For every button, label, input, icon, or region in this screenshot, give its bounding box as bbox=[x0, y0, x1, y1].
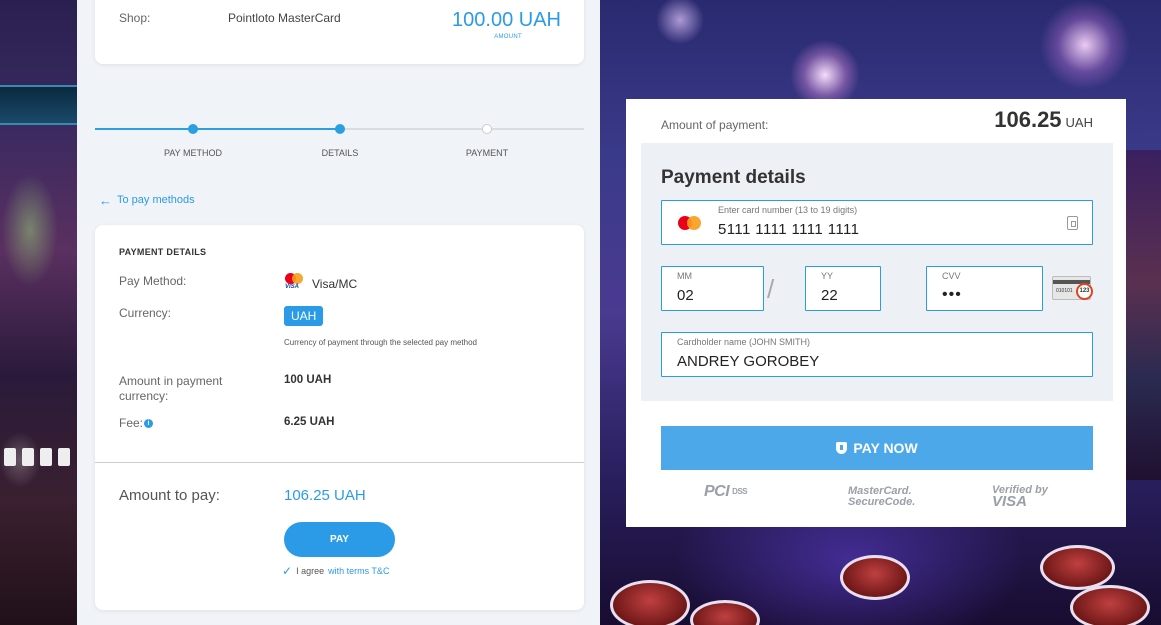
step-label-details: DETAILS bbox=[321, 148, 359, 158]
card-scan-icon[interactable] bbox=[1067, 216, 1078, 230]
checkout-stepper: PAY METHOD DETAILS PAYMENT bbox=[95, 118, 584, 168]
fee-label-row: Fee: i bbox=[119, 416, 154, 431]
amount-to-pay-label: Amount to pay: bbox=[119, 487, 220, 504]
shop-amount: 100.00 UAH bbox=[452, 9, 561, 31]
order-summary-panel: Shop: Pointloto MasterCard 100.00 UAH AM… bbox=[77, 0, 600, 625]
stepper-progress-line bbox=[95, 128, 340, 130]
currency-label: Currency: bbox=[119, 306, 172, 320]
cvv-field[interactable]: CVV ••• bbox=[926, 266, 1043, 311]
dss-text: DSS bbox=[732, 487, 748, 497]
pay-method-label: Pay Method: bbox=[119, 274, 187, 288]
pay-button[interactable]: PAY bbox=[284, 522, 395, 557]
amount-of-payment-label: Amount of payment: bbox=[661, 118, 769, 132]
decor-cup bbox=[840, 555, 910, 600]
back-link-label: To pay methods bbox=[117, 194, 195, 206]
stepper-remaining-line bbox=[340, 128, 584, 130]
step-dot-details bbox=[335, 124, 345, 134]
step-label-payment: PAYMENT bbox=[465, 148, 509, 158]
shop-name: Pointloto MasterCard bbox=[228, 11, 341, 25]
decor-cup bbox=[690, 600, 760, 625]
cvv-value[interactable]: ••• bbox=[942, 286, 962, 304]
slot-machine-decor bbox=[0, 85, 77, 125]
slot-lights-decor bbox=[4, 448, 74, 472]
cvv-caption: CVV bbox=[942, 271, 961, 281]
pay-method-value: Visa/MC bbox=[312, 277, 358, 291]
card-number-caption: Enter card number (13 to 19 digits) bbox=[718, 205, 858, 215]
date-separator: / bbox=[767, 274, 775, 304]
terms-link[interactable]: with terms T&C bbox=[328, 566, 389, 576]
mastercard-securecode-badge: MasterCard. SecureCode. bbox=[848, 486, 918, 508]
divider bbox=[95, 462, 584, 463]
currency-badge: UAH bbox=[284, 306, 324, 326]
step-label-pay-method[interactable]: PAY METHOD bbox=[164, 148, 222, 158]
shield-icon bbox=[836, 442, 848, 454]
mastercard-icon bbox=[678, 215, 702, 231]
payment-details-heading: Payment details bbox=[661, 167, 806, 188]
payment-details-box: Payment details Enter card number (13 to… bbox=[641, 143, 1113, 401]
cvv-icon-code: 123 bbox=[1076, 283, 1093, 300]
expiry-year-field[interactable]: YY 22 bbox=[805, 266, 881, 311]
currency-hint: Currency of payment through the selected… bbox=[284, 338, 477, 347]
pay-now-button[interactable]: PAY NOW bbox=[661, 426, 1093, 470]
mc-line2: SecureCode. bbox=[848, 496, 916, 508]
decor-cup bbox=[1040, 545, 1115, 590]
mastercard-visa-icon: VISA bbox=[284, 272, 306, 292]
step-dot-payment bbox=[482, 124, 492, 134]
cardholder-name-value[interactable]: ANDREY GOROBEY bbox=[677, 353, 819, 370]
decor-cup bbox=[610, 580, 690, 625]
info-icon[interactable]: i bbox=[144, 419, 154, 429]
pci-dss-badge: PCI DSS bbox=[704, 483, 748, 501]
expiry-year-caption: YY bbox=[821, 271, 834, 281]
payment-details-title: PAYMENT DETAILS bbox=[119, 247, 207, 257]
terms-agreement[interactable]: ✓ I agree with terms T&C bbox=[282, 565, 389, 577]
amount-in-currency-label: Amount in payment currency: bbox=[119, 374, 223, 403]
pci-text: PCI bbox=[704, 483, 730, 500]
expiry-year-value[interactable]: 22 bbox=[821, 287, 838, 304]
expiry-month-caption: MM bbox=[677, 271, 692, 281]
cvv-card-icon: 010101 123 bbox=[1052, 276, 1093, 300]
arrow-left-icon: ← bbox=[99, 192, 112, 208]
amount-number: 106.25 bbox=[994, 107, 1062, 132]
verified-by-visa-badge: Verified by VISA bbox=[992, 484, 1062, 509]
card-number-field[interactable]: Enter card number (13 to 19 digits) 5111… bbox=[661, 200, 1093, 245]
back-to-pay-methods-link[interactable]: ← To pay methods bbox=[99, 192, 195, 208]
card-number-value[interactable]: 5111 1111 1111 1111 bbox=[718, 221, 859, 238]
cvv-icon-digits: 010101 bbox=[1056, 288, 1073, 294]
payment-details-card: PAYMENT DETAILS Pay Method: VISA Visa/MC… bbox=[95, 225, 584, 610]
expiry-month-field[interactable]: MM 02 bbox=[661, 266, 764, 311]
visa-line2: VISA bbox=[992, 493, 1028, 510]
fee-value: 6.25 UAH bbox=[284, 416, 335, 428]
pay-now-label: PAY NOW bbox=[853, 440, 918, 456]
visa-icon-text: VISA bbox=[285, 284, 300, 290]
amount-in-currency-value: 100 UAH bbox=[284, 374, 332, 386]
slot-machine-decor-right bbox=[1125, 150, 1161, 480]
cardholder-name-field[interactable]: Cardholder name (JOHN SMITH) ANDREY GORO… bbox=[661, 332, 1093, 377]
cardholder-name-caption: Cardholder name (JOHN SMITH) bbox=[677, 337, 811, 347]
check-icon[interactable]: ✓ bbox=[282, 565, 292, 577]
expiry-month-value[interactable]: 02 bbox=[677, 287, 694, 304]
shop-card: Shop: Pointloto MasterCard 100.00 UAH AM… bbox=[95, 0, 584, 64]
card-payment-form: Amount of payment: 106.25 UAH Payment det… bbox=[626, 99, 1126, 527]
amount-of-payment-value: 106.25 UAH bbox=[994, 107, 1093, 133]
shop-label: Shop: bbox=[119, 11, 151, 25]
shop-amount-caption: AMOUNT bbox=[494, 34, 522, 40]
decor-cup bbox=[1070, 585, 1150, 625]
step-dot-pay-method bbox=[188, 124, 198, 134]
agree-text: I agree bbox=[296, 566, 325, 576]
amount-currency: UAH bbox=[1065, 115, 1093, 130]
background-left-casino bbox=[0, 0, 77, 625]
amount-to-pay-value: 106.25 UAH bbox=[284, 487, 366, 504]
fee-label: Fee: bbox=[119, 416, 144, 430]
